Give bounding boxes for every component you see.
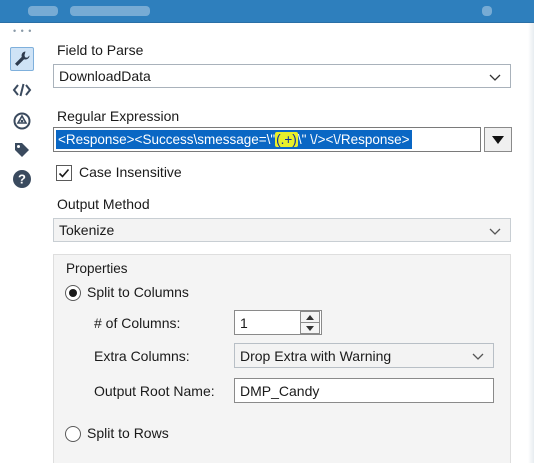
num-columns-spinner[interactable] <box>300 311 320 334</box>
field-to-parse-label: Field to Parse <box>57 42 144 58</box>
regex-selected-text: <Response><Success\smessage=\"(.+)\" \/>… <box>56 130 412 149</box>
split-to-columns-label: Split to Columns <box>87 284 189 300</box>
output-method-value: Tokenize <box>59 222 115 238</box>
split-to-columns-radio[interactable] <box>65 285 81 301</box>
chevron-down-icon <box>489 74 501 81</box>
case-insensitive-checkbox[interactable] <box>56 165 72 181</box>
titlebar-blur <box>70 6 150 16</box>
regex-text-before: <Response><Success\smessage=\" <box>58 132 276 147</box>
num-columns-value: 1 <box>240 314 248 331</box>
checkmark-icon <box>58 168 70 178</box>
radio-selected-dot <box>69 289 77 297</box>
drag-handle-icon[interactable]: • • • <box>13 26 32 36</box>
spin-up-icon[interactable] <box>301 312 319 322</box>
help-icon[interactable]: ? <box>10 167 34 191</box>
regular-expression-input[interactable]: <Response><Success\smessage=\"(.+)\" \/>… <box>53 127 481 152</box>
output-method-label: Output Method <box>57 196 150 212</box>
code-icon[interactable] <box>10 78 34 102</box>
panel-edge <box>528 23 534 463</box>
tool-sidebar: • • • ? <box>0 23 43 463</box>
regular-expression-label: Regular Expression <box>57 108 180 124</box>
spin-down-icon[interactable] <box>301 323 319 333</box>
output-method-select[interactable]: Tokenize <box>53 218 511 242</box>
target-icon[interactable] <box>10 109 34 133</box>
case-insensitive-label: Case Insensitive <box>79 164 182 180</box>
extra-columns-value: Drop Extra with Warning <box>240 347 392 364</box>
titlebar-blur <box>28 6 58 16</box>
field-to-parse-select[interactable]: DownloadData <box>53 64 511 88</box>
tag-icon[interactable] <box>10 138 34 162</box>
num-columns-label: # of Columns: <box>94 315 181 331</box>
extra-columns-label: Extra Columns: <box>94 348 190 364</box>
output-root-name-label: Output Root Name: <box>94 383 215 399</box>
split-to-rows-radio[interactable] <box>65 426 81 442</box>
regex-dropdown-button[interactable] <box>484 127 512 152</box>
output-root-name-input[interactable]: DMP_Candy <box>234 378 494 403</box>
svg-text:?: ? <box>18 172 26 187</box>
wrench-icon[interactable] <box>10 47 34 71</box>
output-root-name-value: DMP_Candy <box>240 382 320 399</box>
regex-text-after: \" \/><\/Response> <box>297 132 410 147</box>
split-to-rows-label: Split to Rows <box>87 425 169 441</box>
extra-columns-select[interactable]: Drop Extra with Warning <box>234 343 494 368</box>
field-to-parse-value: DownloadData <box>59 68 151 84</box>
window-titlebar <box>0 0 534 23</box>
triangle-down-icon <box>492 135 504 144</box>
chevron-down-icon <box>472 353 484 360</box>
regex-capture-group-highlight: (.+) <box>275 132 298 147</box>
titlebar-blur <box>482 6 492 16</box>
properties-label: Properties <box>66 261 128 276</box>
chevron-down-icon <box>489 228 501 235</box>
